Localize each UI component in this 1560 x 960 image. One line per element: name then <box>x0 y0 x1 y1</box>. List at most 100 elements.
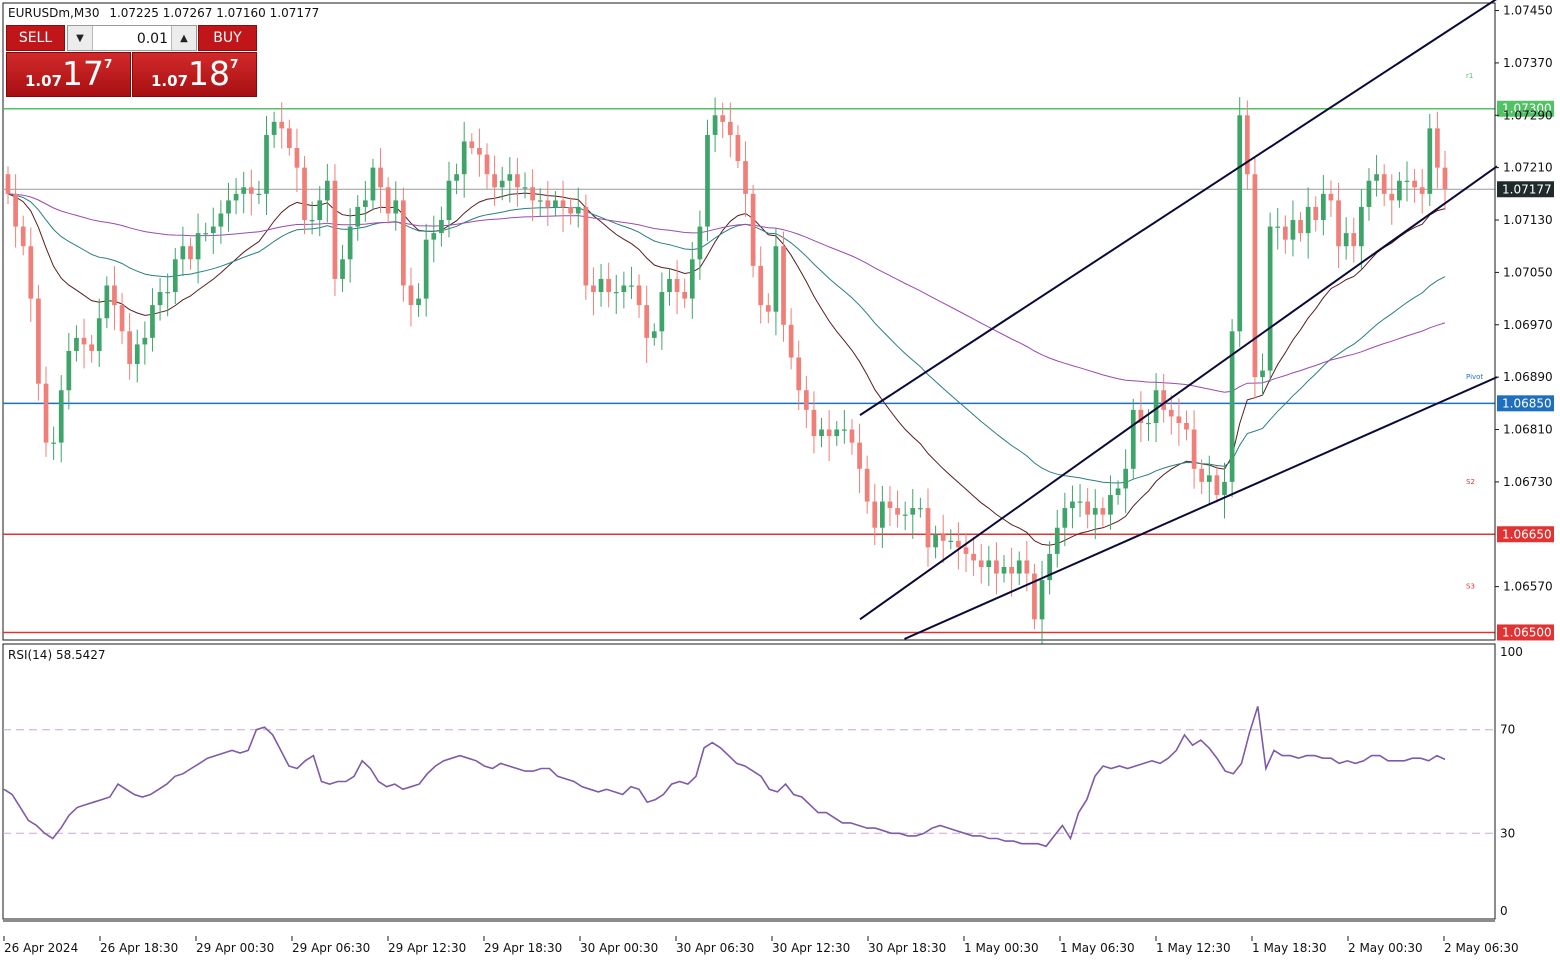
channel-upper-line <box>859 0 1497 416</box>
level-tag: S3 <box>1466 583 1475 591</box>
bullish-candle <box>203 233 209 235</box>
rsi-tick-label: 70 <box>1500 723 1515 737</box>
rsi-line <box>3 706 1446 848</box>
bearish-candle <box>89 344 94 351</box>
bullish-candle <box>1115 488 1121 495</box>
bearish-candle <box>1161 390 1167 410</box>
bearish-candle <box>788 324 794 358</box>
rsi-tick-label: 30 <box>1500 826 1515 840</box>
price-chart[interactable]: 1.073001.068501.066501.065001.07177Pivot… <box>0 0 1560 960</box>
bearish-candle <box>332 180 338 279</box>
bearish-candle <box>887 501 893 509</box>
bearish-candle <box>864 468 870 502</box>
bullish-candle <box>446 180 452 221</box>
bearish-candle <box>1176 416 1182 423</box>
time-tick-label: 29 Apr 06:30 <box>292 941 370 955</box>
bearish-candle <box>43 383 49 443</box>
bearish-candle <box>925 508 931 548</box>
bullish-candle <box>218 213 224 227</box>
bullish-candle <box>598 278 604 293</box>
bearish-candle <box>36 298 41 384</box>
ask-price-button[interactable]: 1.07 18 7 <box>132 52 257 97</box>
bullish-candle <box>1039 580 1045 620</box>
bullish-candle <box>537 200 543 202</box>
time-tick-label: 1 May 00:30 <box>964 941 1039 955</box>
bullish-candle <box>1222 481 1227 495</box>
bullish-candle <box>74 337 79 351</box>
bullish-candle <box>1237 115 1243 332</box>
bullish-candle <box>1359 206 1364 247</box>
bullish-candle <box>1343 233 1349 247</box>
bullish-candle <box>150 305 155 338</box>
bearish-candle <box>994 560 999 574</box>
bearish-candle <box>279 121 285 129</box>
bearish-candle <box>796 357 802 391</box>
bullish-candle <box>347 226 353 260</box>
rsi-pane[interactable]: RSI(14) 58.5427 100 70 30 0 <box>2 643 1523 920</box>
bearish-candle <box>188 246 193 260</box>
bearish-candle <box>119 305 125 332</box>
bearish-candle <box>1184 422 1189 430</box>
regression-channel[interactable] <box>859 0 1498 640</box>
bullish-candle <box>1404 180 1410 182</box>
level-tag: Pivot <box>1466 373 1483 381</box>
bullish-candle <box>324 180 330 201</box>
moving-average-line <box>7 193 1446 393</box>
rsi-axis: 100 70 30 0 <box>1494 644 1523 919</box>
bullish-candle <box>1290 220 1296 240</box>
rsi-pane-frame <box>2 643 1496 920</box>
bullish-candle <box>1305 206 1311 234</box>
bearish-candle <box>956 540 961 548</box>
bullish-candle <box>1001 566 1007 574</box>
lot-increase-arrow-icon[interactable]: ▲ <box>171 26 196 50</box>
ask-price-prefix: 1.07 <box>151 72 189 90</box>
bearish-candle <box>1024 560 1030 574</box>
buy-button[interactable]: BUY <box>198 25 257 51</box>
bullish-candle <box>134 344 140 365</box>
lot-decrease-arrow-icon[interactable]: ▼ <box>68 26 93 50</box>
bearish-candle <box>682 292 688 299</box>
bid-price-button[interactable]: 1.07 17 7 <box>6 52 131 97</box>
bearish-candle <box>765 305 771 312</box>
bullish-candle <box>1320 193 1326 221</box>
bullish-candle <box>1123 468 1129 489</box>
bullish-candle <box>256 193 262 196</box>
bullish-candle <box>667 278 672 293</box>
price-tick-label: 1.07130 <box>1503 213 1553 227</box>
bullish-candle <box>416 298 421 306</box>
bullish-candle <box>1077 501 1083 503</box>
bullish-candle <box>1275 226 1281 228</box>
bullish-candle <box>1062 508 1068 528</box>
bullish-candle <box>1016 560 1022 574</box>
price-tick-label: 1.07210 <box>1503 161 1553 175</box>
bullish-candle <box>659 292 665 332</box>
bearish-candle <box>545 200 551 207</box>
bearish-candle <box>750 193 756 266</box>
sell-button[interactable]: SELL <box>6 25 65 51</box>
bearish-candle <box>385 187 391 214</box>
rsi-label: RSI(14) 58.5427 <box>8 648 106 662</box>
bullish-candle <box>1054 527 1060 554</box>
time-tick-label: 30 Apr 12:30 <box>772 941 850 955</box>
bearish-candle <box>1328 193 1334 201</box>
bullish-candle <box>271 121 277 135</box>
bearish-candle <box>1389 193 1395 201</box>
price-tick-label: 1.06570 <box>1503 580 1553 594</box>
bearish-candle <box>1199 468 1205 482</box>
bearish-candle <box>492 174 497 188</box>
bearish-candle <box>1351 233 1357 247</box>
bearish-candle <box>560 200 566 207</box>
time-tick-label: 26 Apr 2024 <box>4 941 78 955</box>
lot-size-input[interactable] <box>94 28 170 50</box>
channel-lower-line <box>904 376 1498 640</box>
bearish-candle <box>1214 475 1220 495</box>
bearish-candle <box>1412 180 1417 188</box>
time-tick-label: 1 May 18:30 <box>1252 941 1327 955</box>
moving-average-line <box>7 192 1446 546</box>
bullish-candle <box>880 501 885 528</box>
bearish-candle <box>781 246 786 325</box>
bullish-candle <box>1427 128 1433 194</box>
bullish-candle <box>309 220 315 222</box>
horizontal-levels[interactable]: 1.073001.068501.066501.065001.07177Pivot… <box>3 72 1554 641</box>
bearish-candle <box>408 285 414 306</box>
